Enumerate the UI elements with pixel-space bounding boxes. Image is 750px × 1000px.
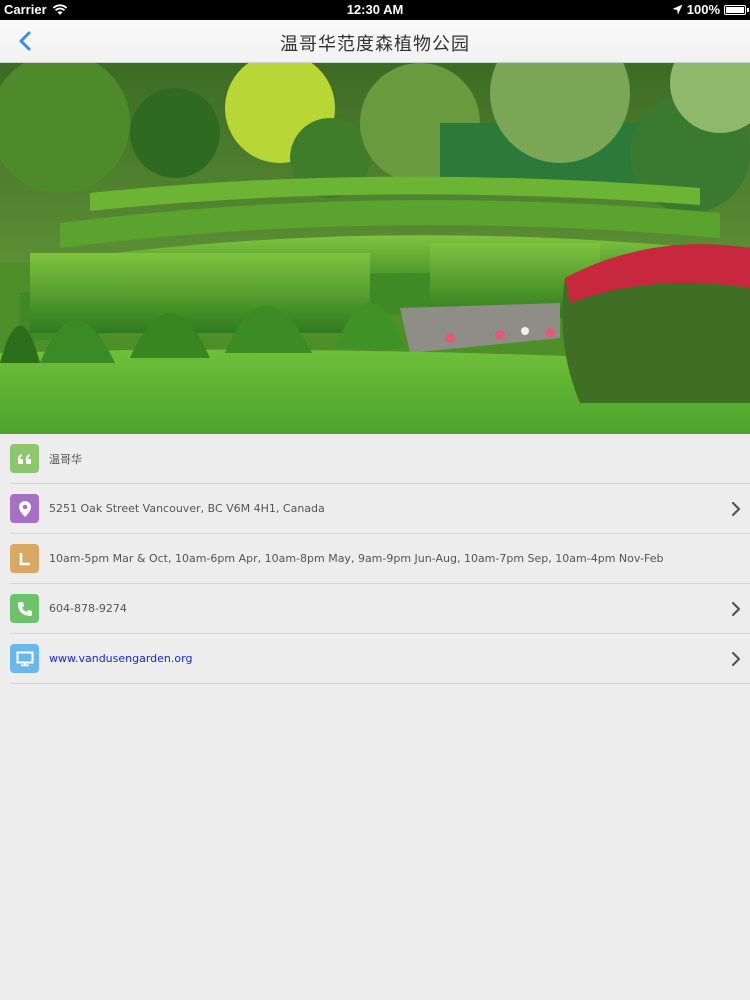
hero-image: [0, 63, 750, 434]
battery-percent: 100%: [686, 2, 720, 17]
chevron-right-icon: [731, 651, 741, 667]
phone-text: 604-878-9274: [49, 602, 127, 615]
navigation-bar: 温哥华范度森植物公园: [0, 20, 750, 63]
info-row-phone[interactable]: 604-878-9274: [10, 584, 750, 634]
hours-text: 10am-5pm Mar & Oct, 10am-6pm Apr, 10am-8…: [49, 552, 664, 565]
chevron-right-icon: [731, 601, 741, 617]
phone-icon: [10, 594, 39, 623]
chevron-right-icon: [731, 501, 741, 517]
info-list: 温哥华 5251 Oak Street Vancouver, BC V6M 4H…: [0, 434, 750, 684]
battery-icon: [724, 4, 749, 15]
status-time: 12:30 AM: [346, 2, 404, 17]
info-row-website[interactable]: www.vandusengarden.org: [10, 634, 750, 684]
status-right: 100%: [672, 2, 749, 17]
status-bar: Carrier 12:30 AM 100%: [0, 0, 750, 20]
info-row-name: 温哥华: [10, 434, 750, 484]
info-row-hours: 10am-5pm Mar & Oct, 10am-6pm Apr, 10am-8…: [10, 534, 750, 584]
quote-icon: [10, 444, 39, 473]
location-pin-icon: [10, 494, 39, 523]
clock-icon: [10, 544, 39, 573]
website-link[interactable]: www.vandusengarden.org: [49, 652, 192, 665]
monitor-icon: [10, 644, 39, 673]
city-text: 温哥华: [49, 452, 82, 466]
info-row-address[interactable]: 5251 Oak Street Vancouver, BC V6M 4H1, C…: [10, 484, 750, 534]
page-title: 温哥华范度森植物公园: [280, 34, 470, 55]
address-text: 5251 Oak Street Vancouver, BC V6M 4H1, C…: [49, 502, 325, 515]
location-arrow-icon: [672, 4, 683, 15]
